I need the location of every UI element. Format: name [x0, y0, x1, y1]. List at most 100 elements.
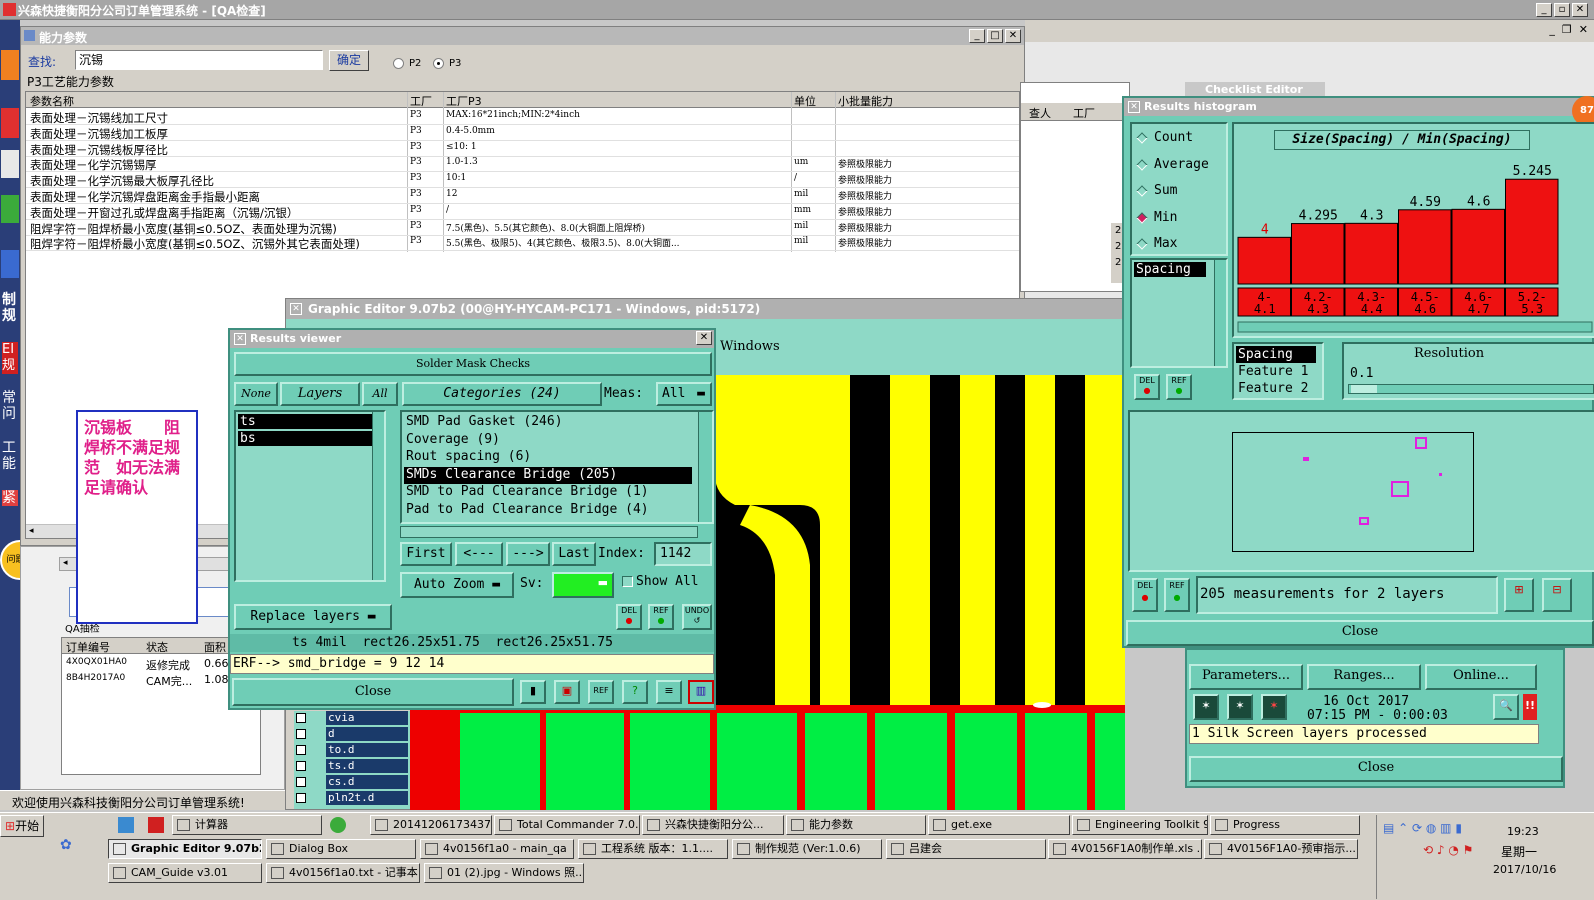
table-row[interactable]: 表面处理－沉锡线加工尺寸 P3 MAX:16*21inch;MIN:2*4inch — [26, 109, 1019, 125]
category-item[interactable]: SMDs Clearance Bridge (205) — [404, 466, 692, 485]
table-row[interactable]: 表面处理－化学沉锡锡厚 P3 1.0-1.3 um 参照极限能力 — [26, 156, 1019, 173]
clock-date[interactable]: 2017/10/16 — [1493, 863, 1556, 876]
category-vscroll[interactable] — [698, 412, 712, 522]
hist-del-small[interactable]: DEL ● — [1134, 374, 1160, 400]
category-item[interactable]: Coverage (9) — [404, 432, 692, 450]
index-input[interactable]: 1142 — [654, 542, 712, 566]
hist-option[interactable]: Max — [1136, 236, 1226, 256]
meas-dropdown[interactable]: All ▬ — [656, 382, 712, 406]
run-icon-3[interactable]: ✶ — [1261, 694, 1287, 720]
params-col-header[interactable]: 工厂 — [410, 93, 444, 109]
taskbar-button[interactable]: Graphic Editor 9.07b2... — [108, 839, 262, 859]
layer-row[interactable]: cs.d — [294, 775, 414, 790]
categories-button[interactable]: Categories (24) — [402, 382, 602, 406]
rv-undo-button[interactable]: UNDO ↺ — [682, 604, 712, 630]
category-listbox[interactable]: SMD Pad Gasket (246) Coverage (9) Rout spa… — [400, 410, 714, 524]
show-all-checkbox[interactable] — [622, 576, 633, 587]
resolution-slider[interactable] — [1348, 384, 1594, 394]
rv-ref-button[interactable]: REF ● — [648, 604, 674, 630]
layer-vscroll[interactable] — [372, 412, 384, 580]
hist-del-button[interactable]: DEL ● — [1132, 578, 1158, 612]
layer-row[interactable]: to.d — [294, 743, 414, 758]
category-item[interactable]: SMD Pad Gasket (246) — [404, 414, 692, 432]
layer-row[interactable]: ts.d — [294, 759, 414, 774]
category-item[interactable]: SMD to Pad Clearance Bridge (1) — [404, 484, 692, 502]
start-button[interactable]: ⊞开始 — [0, 815, 44, 837]
radio-diamond-icon[interactable] — [1136, 132, 1148, 144]
radio-diamond-icon[interactable] — [1136, 185, 1148, 197]
prev-button[interactable]: <--- — [455, 542, 503, 566]
hist-option[interactable]: Average — [1136, 157, 1226, 177]
rv-close-icon[interactable]: ✕ — [696, 331, 712, 345]
hist-close-button[interactable]: Close — [1126, 620, 1594, 646]
hist-ref-small[interactable]: REF ● — [1166, 374, 1192, 400]
taskbar-button[interactable]: 工程系统 版本：1.1.... — [578, 839, 728, 859]
note-textbox[interactable]: 沉锡板 阻焊桥不满足规范 如无法满足请确认 — [76, 410, 198, 624]
report-icon[interactable]: ≡ — [656, 680, 682, 704]
search-input[interactable]: 沉锡 — [75, 50, 323, 70]
check-icon[interactable] — [1, 195, 19, 223]
layer-checkbox[interactable] — [296, 761, 306, 771]
app-icon-red[interactable] — [1, 108, 19, 138]
taskbar-button[interactable]: Total Commander 7.0... — [494, 815, 640, 835]
category-item[interactable]: Pad to Pad Clearance Bridge (4) — [404, 502, 692, 520]
table-row[interactable]: 表面处理－化学沉锡最大板厚孔径比 P3 10:1 / 参照极限能力 — [26, 172, 1019, 189]
taskbar-button[interactable]: get.exe — [928, 815, 1070, 835]
radio-p2[interactable] — [393, 58, 404, 69]
hist-select-list[interactable]: Spacing Feature 1 Feature 2 — [1232, 342, 1324, 400]
first-button[interactable]: First — [400, 542, 452, 566]
sel-item-feature2[interactable]: Feature 2 — [1236, 380, 1320, 397]
tray-icons[interactable]: ▤ ⌃ ⟳ ◍ ▥ ▮ — [1383, 821, 1462, 835]
online-button[interactable]: Online... — [1425, 664, 1537, 690]
hist-ref-button[interactable]: REF ● — [1164, 578, 1190, 612]
params-col-header[interactable]: 参数名称 — [30, 93, 406, 109]
layer-listbox[interactable]: ts bs — [234, 410, 386, 582]
auto-zoom-dropdown[interactable]: Auto Zoom ▬ — [400, 572, 514, 598]
layer-checkbox[interactable] — [296, 793, 306, 803]
taskbar-button[interactable]: 制作规范 (Ver:1.0.6) — [732, 839, 882, 859]
ge-menu-windows[interactable]: Windows — [720, 339, 780, 354]
checklist-close-button[interactable]: Close — [1189, 756, 1563, 782]
clock-weekday[interactable]: 星期一 — [1501, 843, 1537, 860]
params-col-header[interactable]: 工厂P3 — [446, 93, 790, 109]
taskbar-button[interactable]: 01 (2).jpg - Windows 照... — [424, 863, 584, 883]
preview-map[interactable] — [1232, 432, 1474, 552]
taskbar-button[interactable]: 4v0156f1a0.txt - 记事本 — [266, 863, 420, 883]
doc-icon[interactable] — [1, 250, 19, 278]
none-button[interactable]: None — [234, 382, 278, 406]
close-icon[interactable]: ✕ — [1572, 3, 1588, 17]
field-item-spacing[interactable]: Spacing — [1134, 262, 1206, 277]
restore-icon[interactable]: ▫ — [1554, 3, 1570, 17]
strip-label-3[interactable]: 常问 — [2, 390, 18, 422]
mdi-controls[interactable]: _ ❐ ✕ — [1549, 23, 1588, 36]
sel-item-feature1[interactable]: Feature 1 — [1236, 363, 1320, 380]
hist-option[interactable]: Count — [1136, 130, 1226, 150]
hist-export-icon[interactable]: ⊞ — [1504, 578, 1534, 612]
table-row[interactable]: 表面处理－沉锡线加工板厚 P3 0.4-5.0mm — [26, 125, 1019, 141]
ql-icon-2[interactable] — [148, 817, 164, 833]
taskbar-button[interactable]: 吕建会 — [886, 839, 1046, 859]
layer-item-bs[interactable]: bs — [238, 431, 374, 446]
table-row[interactable]: 表面处理－化学沉锡焊盘距离金手指最小距离 P3 12 mil 参照极限能力 — [26, 188, 1019, 204]
run-icon-1[interactable]: ✶ — [1193, 694, 1219, 720]
params-col-header[interactable]: 单位 — [794, 93, 834, 109]
table-row[interactable]: 表面处理－开窗过孔或焊盘离手指距离（沉锡/沉银） P3 / mm 参照极限能力 — [26, 204, 1019, 220]
histogram-bar[interactable] — [1237, 236, 1291, 285]
taskbar-button[interactable]: 能力参数 — [786, 815, 926, 835]
sv-color-dropdown[interactable]: ▬ — [552, 572, 614, 598]
ranges-button[interactable]: Ranges... — [1307, 664, 1421, 690]
hist-option[interactable]: Sum — [1136, 183, 1226, 203]
hist-print-icon[interactable]: ⊟ — [1542, 578, 1572, 612]
qa-col-header[interactable]: 订单编号 — [66, 639, 142, 655]
ql-icon-1[interactable] — [118, 817, 134, 833]
layer-checkbox[interactable] — [296, 777, 306, 787]
layer-row[interactable]: cvia — [294, 711, 414, 726]
hist-field-list[interactable]: Spacing — [1130, 258, 1228, 368]
params-minimize-icon[interactable]: _ — [969, 29, 985, 43]
params-maximize-icon[interactable]: □ — [987, 29, 1003, 43]
histogram-bar[interactable] — [1344, 222, 1398, 285]
strip-label-1[interactable]: 制规 — [2, 292, 18, 324]
histogram-bar[interactable] — [1291, 223, 1345, 285]
layer-row[interactable]: pln2t.d — [294, 791, 414, 806]
taskbar-button[interactable]: 2014120617343765.r... — [370, 815, 492, 835]
